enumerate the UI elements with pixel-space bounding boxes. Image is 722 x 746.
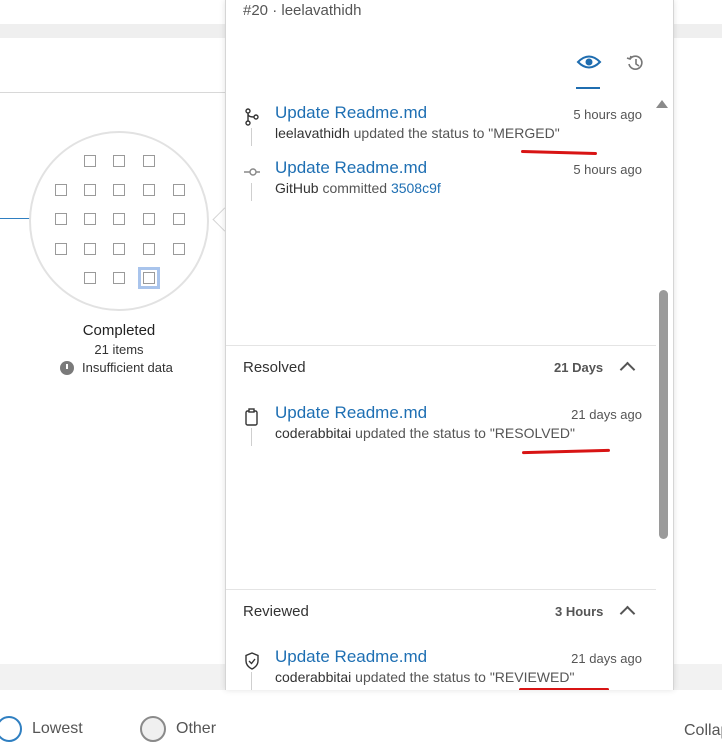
legend-lowest[interactable]: Lowest (0, 716, 83, 742)
entry-action-text: updated the status to (349, 125, 489, 141)
item-square[interactable] (55, 243, 67, 255)
entry-description: coderabbitai updated the status to "REVI… (275, 669, 574, 685)
clipboard-icon (245, 408, 258, 426)
tab-active-indicator (576, 87, 600, 89)
entry-actor: coderabbitai (275, 425, 352, 441)
circle-icon (0, 716, 22, 742)
stage-title: Completed (82, 322, 156, 339)
item-square[interactable] (143, 155, 155, 167)
section-duration: 3 Hours (555, 604, 604, 619)
entry-title-link[interactable]: Update Readme.md (275, 647, 427, 667)
item-square[interactable] (84, 243, 96, 255)
item-square[interactable] (173, 213, 185, 225)
entry-time: 5 hours ago (573, 107, 642, 122)
item-square[interactable] (84, 213, 96, 225)
activity-entry: Update Readme.md 5 hours ago GitHub comm… (242, 158, 642, 207)
stage-note: Insufficient data (60, 360, 173, 375)
item-square[interactable] (113, 213, 125, 225)
entry-description: coderabbitai updated the status to "RESO… (275, 425, 575, 441)
entry-status-value: "RESOLVED" (489, 425, 575, 441)
item-square[interactable] (84, 155, 96, 167)
section-title: Resolved (243, 359, 306, 376)
header-divider (0, 92, 226, 93)
stage-circle[interactable] (29, 131, 209, 311)
entry-action-text: updated the status to (351, 425, 490, 441)
shield-icon (245, 652, 259, 670)
annotation-underline (520, 150, 598, 155)
legend-other-label: Other (176, 720, 217, 737)
item-square[interactable] (113, 272, 125, 284)
item-square[interactable] (173, 184, 185, 196)
legend-other[interactable]: Other (140, 716, 216, 742)
clock-icon (60, 360, 74, 375)
chevron-up-icon[interactable] (619, 605, 636, 622)
commit-hash-link[interactable]: 3508c9f (391, 180, 441, 196)
item-square[interactable] (143, 243, 155, 255)
timeline-line (251, 672, 252, 690)
history-icon[interactable] (626, 54, 644, 72)
item-square[interactable] (84, 272, 96, 284)
stage-note-text: Insufficient data (82, 360, 173, 375)
section-duration: 21 Days (554, 360, 604, 375)
legend-lowest-label: Lowest (32, 720, 83, 737)
entry-time: 21 days ago (571, 651, 642, 666)
entry-description: GitHub committed 3508c9f (275, 180, 441, 196)
section-divider (226, 345, 656, 346)
item-square[interactable] (113, 184, 125, 196)
item-square[interactable] (143, 213, 155, 225)
commit-icon (244, 168, 260, 176)
details-panel: #20 · leelavathidh Update Readme.md 5 ho… (225, 0, 674, 690)
section-title: Reviewed (243, 603, 309, 620)
entry-title-link[interactable]: Update Readme.md (275, 158, 427, 178)
timeline-line (251, 128, 252, 146)
annotation-underline (519, 688, 609, 690)
item-square-selected[interactable] (138, 267, 160, 289)
item-square[interactable] (143, 184, 155, 196)
entry-title-link[interactable]: Update Readme.md (275, 403, 427, 423)
entry-time: 5 hours ago (573, 162, 642, 177)
item-square[interactable] (55, 184, 67, 196)
entry-title-link[interactable]: Update Readme.md (275, 103, 427, 123)
activity-entry: Update Readme.md 5 hours ago leelavathid… (242, 103, 642, 152)
flow-connector (0, 218, 30, 219)
entry-status-value: "MERGED" (488, 125, 560, 141)
entry-action-text: committed (318, 180, 391, 196)
item-square[interactable] (113, 155, 125, 167)
timeline-line (251, 428, 252, 446)
item-square[interactable] (55, 213, 67, 225)
activity-entry: Update Readme.md 21 days ago coderabbita… (242, 403, 642, 452)
entry-status-value: "REVIEWED" (489, 669, 575, 685)
item-square[interactable] (173, 243, 185, 255)
panel-subtitle: #20 · leelavathidh (243, 2, 362, 19)
eye-icon[interactable] (576, 52, 602, 72)
scrollbar-thumb[interactable] (659, 290, 668, 539)
entry-actor: coderabbitai (275, 669, 352, 685)
entry-time: 21 days ago (571, 407, 642, 422)
chevron-up-icon[interactable] (619, 361, 636, 378)
timeline-line (251, 183, 252, 201)
stage-count: 21 items (94, 342, 144, 357)
entry-action-text: updated the status to (351, 669, 490, 685)
section-divider (226, 589, 656, 590)
circle-icon (140, 716, 166, 742)
item-square[interactable] (84, 184, 96, 196)
entry-actor: leelavathidh (275, 125, 350, 141)
merge-icon (245, 108, 259, 126)
entry-description: leelavathidh updated the status to "MERG… (275, 125, 560, 141)
scroll-up-arrow[interactable] (656, 100, 668, 108)
activity-entry: Update Readme.md 21 days ago coderabbita… (242, 647, 642, 690)
collapse-link[interactable]: Collap (684, 722, 722, 740)
item-square[interactable] (113, 243, 125, 255)
entry-actor: GitHub (275, 180, 319, 196)
